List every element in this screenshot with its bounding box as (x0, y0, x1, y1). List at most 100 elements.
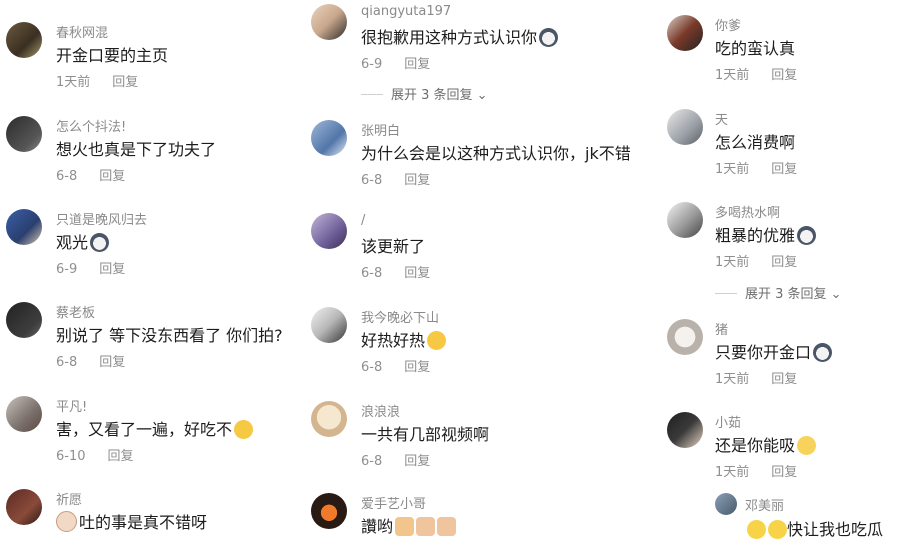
reply-button[interactable]: 回复 (404, 360, 430, 375)
comment-date: 6-8 (56, 355, 78, 370)
comment-username[interactable]: 蔡老板 (56, 302, 95, 321)
comment-meta: 6-8 回复 (56, 351, 125, 370)
comment-meta: 1天前 回复 (715, 158, 797, 177)
comment-username[interactable]: 邓美丽 (745, 495, 784, 514)
heart-eyes-emoji-icon (427, 331, 447, 350)
avatar[interactable] (311, 307, 347, 343)
chevron-down-icon: ⌄ (472, 88, 488, 103)
comment-username[interactable]: 浪浪浪 (361, 401, 400, 420)
avatar[interactable] (667, 412, 703, 448)
avatar[interactable] (311, 401, 347, 437)
expand-replies-button[interactable]: 展开 3 条回复 ⌄ (715, 283, 842, 302)
comment-username[interactable]: 多喝热水啊 (715, 202, 780, 221)
comment-username[interactable]: 张明白 (361, 120, 400, 139)
comment-username[interactable]: 天 (715, 109, 728, 128)
comment-meta: 6-8 回复 (56, 165, 125, 184)
comment-username[interactable]: 我今晚必下山 (361, 307, 439, 326)
comment-text-content: 讚哟 (361, 517, 394, 536)
avatar[interactable] (667, 15, 703, 51)
comment-meta: 6-8 回复 (361, 262, 430, 281)
cat-emoji-icon (813, 343, 833, 362)
avatar[interactable] (311, 213, 347, 249)
comment-username[interactable]: 你爹 (715, 15, 741, 34)
reply-button[interactable]: 回复 (99, 169, 125, 184)
comment-meta: 1天前 回复 (715, 251, 797, 270)
comment-text: 观光 (56, 229, 110, 253)
reply-button[interactable]: 回复 (404, 173, 430, 188)
comment-column-3: 你爹 吃的蛮认真 1天前 回复 天 怎么消费啊 1天前 回复 多喝热水啊 粗暴的优雅… (655, 0, 904, 540)
reply-button[interactable]: 回复 (771, 162, 797, 177)
comment-username[interactable]: 怎么个抖法! (56, 116, 126, 135)
folded-hands-emoji-icon (437, 517, 457, 536)
laugh-cry-emoji-icon (234, 420, 254, 439)
avatar[interactable] (667, 202, 703, 238)
comment-text: 害，又看了一遍，好吃不 (56, 416, 254, 440)
comment-date: 6-9 (361, 57, 383, 72)
comment-meta: 6-9 回复 (56, 258, 125, 277)
reply-button[interactable]: 回复 (99, 262, 125, 277)
comment-date: 6-8 (361, 360, 383, 375)
comment-username[interactable]: 爱手艺小哥 (361, 493, 426, 512)
comment-text-content: 害，又看了一遍，好吃不 (56, 420, 233, 439)
avatar[interactable] (6, 302, 42, 338)
avatar[interactable] (6, 116, 42, 152)
reply-button[interactable]: 回复 (404, 57, 430, 72)
folded-hands-emoji-icon (416, 517, 436, 536)
comment-text: 讚哟 (361, 513, 457, 537)
comment-column-1: 春秋网混 开金口要的主页 1天前 回复 怎么个抖法! 想火也真是下了功夫了 6-8… (0, 0, 305, 538)
avatar[interactable] (715, 493, 737, 515)
reply-button[interactable]: 回复 (404, 266, 430, 281)
comment-username[interactable]: 小茹 (715, 412, 741, 431)
comment-date: 1天前 (715, 68, 750, 83)
comment-username[interactable]: qiangyuta197 (361, 4, 451, 19)
comment-column-2: qiangyuta197 很抱歉用这种方式认识你 6-9 回复 展开 3 条回复 … (305, 0, 655, 538)
reply-button[interactable]: 回复 (771, 255, 797, 270)
comment-username[interactable]: 春秋网混 (56, 22, 108, 41)
reply-button[interactable]: 回复 (108, 449, 134, 464)
avatar[interactable] (6, 22, 42, 58)
comment-username[interactable]: 只道是晚风归去 (56, 209, 147, 228)
comment-date: 6-8 (56, 169, 78, 184)
comment-text-content: 快让我也吃瓜 (787, 520, 884, 539)
avatar[interactable] (6, 489, 42, 525)
avatar[interactable] (6, 396, 42, 432)
reply-button[interactable]: 回复 (771, 465, 797, 480)
comment-meta: 1天前 回复 (715, 64, 797, 83)
comment-text: 别说了 等下没东西看了 你们拍? (56, 326, 283, 345)
comment-username[interactable]: 平凡! (56, 396, 87, 415)
avatar[interactable] (311, 4, 347, 40)
comment-text: 吐的事是真不错呀 (56, 509, 207, 533)
reply-button[interactable]: 回复 (404, 454, 430, 469)
reply-button[interactable]: 回复 (771, 372, 797, 387)
comment-meta: 6-8 回复 (361, 450, 430, 469)
comment-date: 6-8 (361, 454, 383, 469)
comment-text: 好热好热 (361, 327, 447, 351)
comment-username[interactable]: 猪 (715, 319, 728, 338)
comment-date: 6-8 (361, 266, 383, 281)
avatar[interactable] (667, 319, 703, 355)
comment-text-content: 只要你开金口 (715, 343, 812, 362)
comment-meta: 6-8 回复 (361, 356, 430, 375)
cat-emoji-icon (539, 28, 559, 47)
cat-emoji-icon (90, 233, 110, 252)
cat-face-emoji-icon (56, 511, 77, 532)
reply-button[interactable]: 回复 (112, 75, 138, 90)
comment-text: 很抱歉用这种方式认识你 (361, 24, 559, 48)
comment-username[interactable]: / (361, 213, 365, 228)
avatar[interactable] (6, 209, 42, 245)
reply-button[interactable]: 回复 (771, 68, 797, 83)
avatar[interactable] (667, 109, 703, 145)
avatar[interactable] (311, 120, 347, 156)
comment-text: 开金口要的主页 (56, 46, 169, 65)
thinking-emoji-icon (797, 436, 817, 455)
tears-emoji-icon (768, 520, 787, 539)
comment-text: 一共有几部视频啊 (361, 425, 490, 444)
comment-text: 吃的蛮认真 (715, 39, 796, 58)
reply-button[interactable]: 回复 (99, 355, 125, 370)
expand-replies-button[interactable]: 展开 3 条回复 ⌄ (361, 84, 488, 103)
comment-text-content: 粗暴的优雅 (715, 226, 796, 245)
comment-meta: 6-10 回复 (56, 445, 134, 464)
comment-username[interactable]: 祈愿 (56, 489, 82, 508)
comment-date: 1天前 (715, 372, 750, 387)
avatar[interactable] (311, 493, 347, 529)
